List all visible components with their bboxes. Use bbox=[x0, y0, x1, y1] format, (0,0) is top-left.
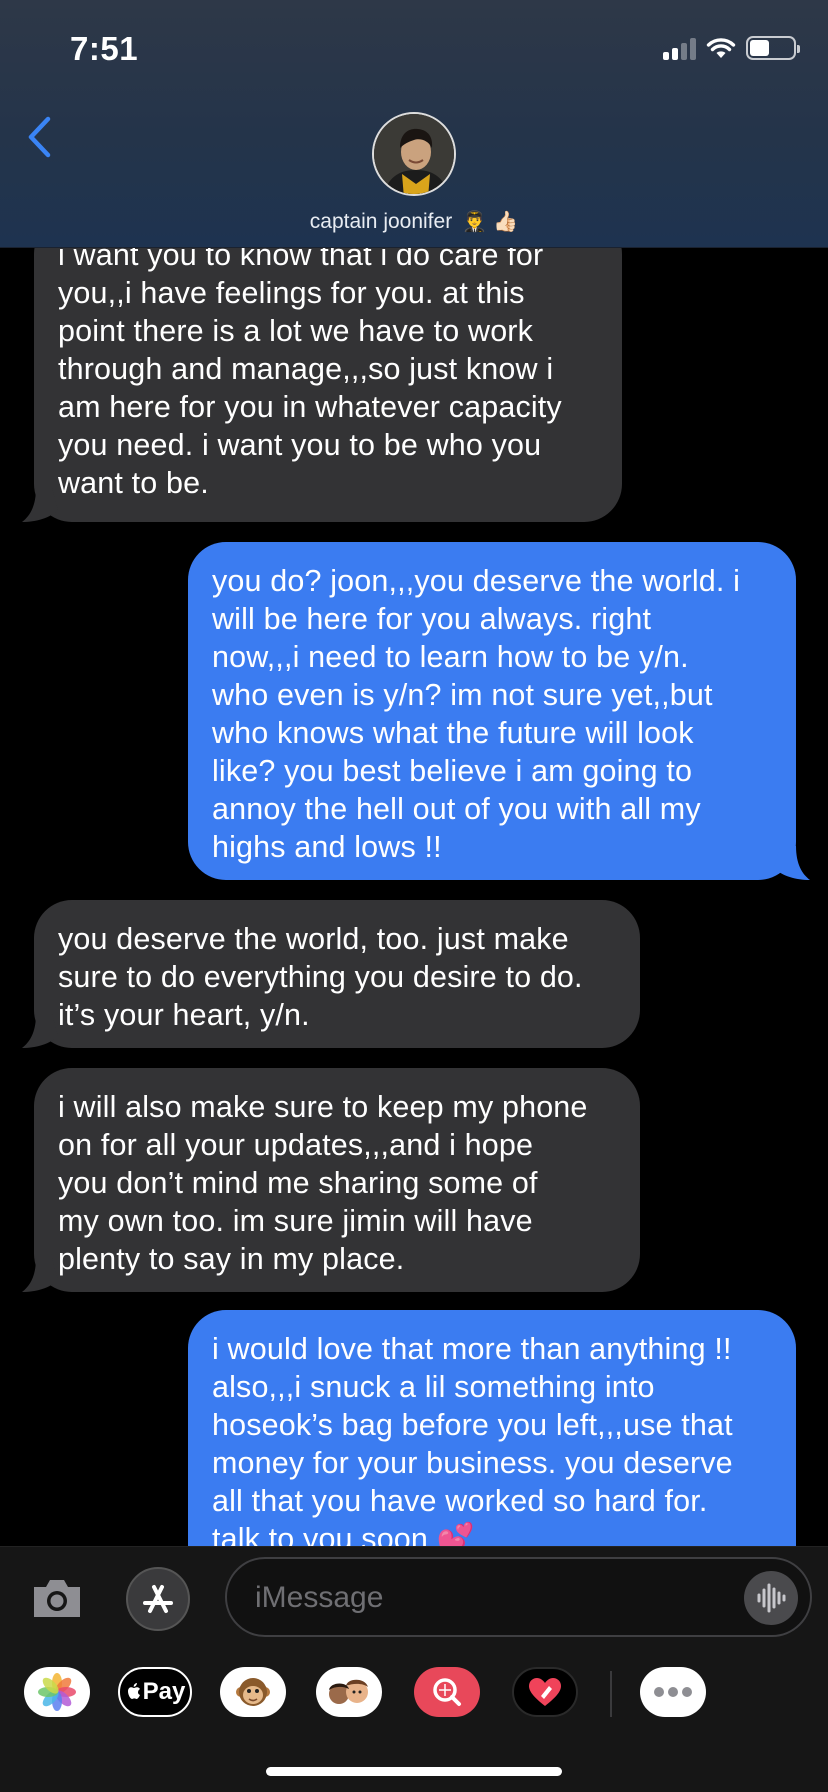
message-line: want to be. bbox=[58, 466, 209, 500]
apple-pay-icon[interactable]: Pay bbox=[118, 1667, 192, 1717]
message-line: highs and lows !! bbox=[212, 830, 442, 864]
message-line: it’s your heart, y/n. bbox=[58, 998, 310, 1032]
message-line: money for your business. you deserve bbox=[212, 1446, 733, 1480]
imessage-field[interactable] bbox=[225, 1557, 812, 1637]
message-bubble-outgoing[interactable]: you do? joon,,,you deserve the world. i … bbox=[188, 542, 796, 880]
contact-avatar[interactable] bbox=[372, 112, 456, 196]
message-bubble-incoming[interactable]: i will also make sure to keep my phone o… bbox=[34, 1068, 640, 1292]
message-line: you do? joon,,,you deserve the world. i bbox=[212, 564, 741, 598]
contact-name-emoji: 👨‍✈️ 👍🏻 bbox=[462, 209, 519, 233]
apple-pay-label: Pay bbox=[142, 1678, 186, 1705]
cellular-signal-icon bbox=[663, 36, 696, 60]
photos-app-icon[interactable] bbox=[24, 1667, 90, 1717]
message-input-bar: Pay bbox=[0, 1546, 828, 1792]
more-apps-icon[interactable] bbox=[640, 1667, 706, 1717]
back-chevron-icon[interactable] bbox=[26, 116, 52, 158]
battery-icon bbox=[746, 36, 800, 60]
status-icons bbox=[663, 36, 800, 60]
app-strip-divider bbox=[610, 1671, 612, 1717]
contact-name-text: captain joonifer bbox=[309, 210, 453, 233]
message-line: my own too. im sure jimin will have bbox=[58, 1204, 533, 1238]
message-bubble-incoming[interactable]: i want you to know that i do care for yo… bbox=[34, 216, 622, 522]
message-line: like? you best believe i am going to bbox=[212, 754, 693, 788]
imessage-app-strip: Pay bbox=[0, 1657, 828, 1727]
digital-touch-icon[interactable] bbox=[512, 1667, 578, 1717]
message-line: am here for you in whatever capacity bbox=[58, 390, 562, 424]
message-line: all that you have worked so hard for. bbox=[212, 1484, 708, 1518]
message-line: now,,,i need to learn how to be y/n. bbox=[212, 640, 689, 674]
message-line: sure to do everything you desire to do. bbox=[58, 960, 583, 994]
audio-message-icon[interactable] bbox=[744, 1571, 798, 1625]
message-line: also,,,i snuck a lil something into bbox=[212, 1370, 655, 1404]
avatar-photo bbox=[374, 114, 454, 194]
message-line: you don’t mind me sharing some of bbox=[58, 1166, 538, 1200]
animoji-icon[interactable] bbox=[220, 1667, 286, 1717]
bubble-tail-incoming bbox=[22, 1258, 58, 1292]
message-bubble-outgoing[interactable]: i would love that more than anything !! … bbox=[188, 1310, 796, 1546]
conversation-header: 7:51 captain joonifer 👨‍✈️ 👍🏻 bbox=[0, 0, 828, 248]
bubble-tail-incoming bbox=[22, 488, 58, 522]
home-indicator[interactable] bbox=[266, 1767, 562, 1776]
memoji-stickers-icon[interactable] bbox=[316, 1667, 382, 1717]
message-line: plenty to say in my place. bbox=[58, 1242, 405, 1276]
apple-logo-icon bbox=[127, 1683, 140, 1699]
message-line: who even is y/n? im not sure yet,,but bbox=[212, 678, 713, 712]
wifi-icon bbox=[706, 38, 736, 58]
camera-icon[interactable] bbox=[28, 1569, 86, 1627]
message-line: through and manage,,,so just know i bbox=[58, 352, 554, 386]
imessage-input[interactable] bbox=[255, 1577, 715, 1619]
message-bubble-incoming[interactable]: you deserve the world, too. just make su… bbox=[34, 900, 640, 1048]
message-line: talk to you soon 💕 bbox=[212, 1522, 475, 1546]
message-line: point there is a lot we have to work bbox=[58, 314, 534, 348]
message-line: you need. i want you to be who you bbox=[58, 428, 542, 462]
contact-name[interactable]: captain joonifer 👨‍✈️ 👍🏻 bbox=[0, 209, 828, 234]
message-line: i will also make sure to keep my phone bbox=[58, 1090, 588, 1124]
bubble-tail-incoming bbox=[22, 1014, 58, 1048]
message-line: annoy the hell out of you with all my bbox=[212, 792, 701, 826]
message-line: who knows what the future will look bbox=[212, 716, 694, 750]
message-line: you deserve the world, too. just make bbox=[58, 922, 569, 956]
app-store-icon[interactable] bbox=[126, 1567, 190, 1631]
message-line: will be here for you always. right bbox=[212, 602, 652, 636]
message-line: on for all your updates,,,and i hope bbox=[58, 1128, 534, 1162]
bubble-tail-outgoing bbox=[774, 846, 810, 880]
status-time: 7:51 bbox=[70, 30, 139, 67]
message-line: you,,i have feelings for you. at this bbox=[58, 276, 525, 310]
message-line: i would love that more than anything !! bbox=[212, 1332, 732, 1366]
images-search-icon[interactable] bbox=[414, 1667, 480, 1717]
message-line: hoseok’s bag before you left,,,use that bbox=[212, 1408, 733, 1442]
